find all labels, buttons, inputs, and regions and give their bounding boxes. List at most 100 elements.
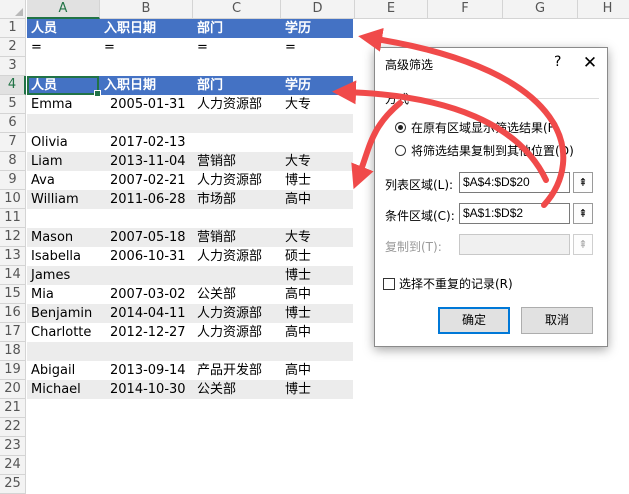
criteria-range-input[interactable]: $A$1:$D$2	[459, 203, 570, 224]
table-cell[interactable]	[281, 209, 285, 228]
list-range-collapse-icon[interactable]: ⇞	[573, 172, 593, 193]
unique-records-checkbox[interactable]: 选择不重复的记录(R)	[383, 275, 513, 292]
table-cell[interactable]: Emma	[27, 95, 73, 114]
cancel-button[interactable]: 取消	[521, 307, 593, 334]
table-cell[interactable]: 2007-03-02	[106, 285, 186, 304]
table-cell[interactable]: Ava	[27, 171, 55, 190]
table-cell[interactable]: 2006-10-31	[106, 247, 186, 266]
table-cell[interactable]: Abigail	[27, 361, 75, 380]
column-header-d[interactable]: D	[281, 0, 355, 19]
criteria-header-cell[interactable]: 学历	[281, 19, 311, 38]
table-cell[interactable]: 大专	[281, 228, 311, 247]
list-range-input[interactable]: $A$4:$D$20	[459, 172, 570, 193]
table-cell[interactable]: 2013-11-04	[106, 152, 186, 171]
table-cell[interactable]: 大专	[281, 95, 311, 114]
help-icon[interactable]: ?	[554, 54, 561, 70]
table-cell[interactable]: 公关部	[193, 285, 236, 304]
table-cell[interactable]	[193, 266, 197, 285]
table-cell[interactable]: Isabella	[27, 247, 81, 266]
table-cell[interactable]: Liam	[27, 152, 62, 171]
select-all-corner[interactable]	[0, 0, 26, 19]
table-cell[interactable]: Benjamin	[27, 304, 92, 323]
table-cell[interactable]: 2005-01-31	[106, 95, 186, 114]
table-cell[interactable]: 2013-09-14	[106, 361, 186, 380]
table-cell[interactable]: William	[27, 190, 79, 209]
table-cell[interactable]: 2007-02-21	[106, 171, 186, 190]
table-cell[interactable]: 高中	[281, 323, 311, 342]
radio-checked-icon[interactable]	[395, 121, 406, 133]
row-header-12[interactable]: 12	[0, 228, 26, 247]
table-cell[interactable]: Mason	[27, 228, 73, 247]
table-header-cell[interactable]: 学历	[281, 76, 311, 95]
row-header-23[interactable]: 23	[0, 437, 26, 456]
table-cell[interactable]: 2014-10-30	[106, 380, 186, 399]
table-cell[interactable]	[27, 209, 31, 228]
table-cell[interactable]: 高中	[281, 285, 311, 304]
table-cell[interactable]: 市场部	[193, 190, 236, 209]
criteria-value-cell[interactable]: =	[100, 38, 115, 57]
row-header-25[interactable]: 25	[0, 475, 26, 494]
table-cell[interactable]: 2007-05-18	[106, 228, 186, 247]
row-header-16[interactable]: 16	[0, 304, 26, 323]
table-cell[interactable]: 2014-04-11	[106, 304, 186, 323]
radio-filter-in-place[interactable]: 在原有区域显示筛选结果(F)	[395, 119, 559, 135]
close-icon[interactable]: ✕	[576, 50, 604, 76]
row-header-11[interactable]: 11	[0, 209, 26, 228]
table-cell[interactable]	[27, 114, 31, 133]
table-cell[interactable]: 人力资源部	[193, 323, 262, 342]
column-header-g[interactable]: G	[503, 0, 578, 19]
column-header-f[interactable]: F	[428, 0, 503, 19]
table-cell[interactable]: 人力资源部	[193, 171, 262, 190]
column-header-e[interactable]: E	[355, 0, 428, 19]
row-header-24[interactable]: 24	[0, 456, 26, 475]
row-header-20[interactable]: 20	[0, 380, 26, 399]
table-cell[interactable]: 营销部	[193, 152, 236, 171]
column-header-a[interactable]: A	[27, 0, 100, 19]
column-header-c[interactable]: C	[193, 0, 281, 19]
row-header-9[interactable]: 9	[0, 171, 26, 190]
table-cell[interactable]: 高中	[281, 361, 311, 380]
table-cell[interactable]: Charlotte	[27, 323, 91, 342]
row-header-3[interactable]: 3	[0, 57, 26, 76]
row-header-6[interactable]: 6	[0, 114, 26, 133]
table-cell[interactable]: Michael	[27, 380, 81, 399]
table-cell[interactable]: James	[27, 266, 70, 285]
table-cell[interactable]	[27, 342, 31, 361]
table-cell[interactable]: 高中	[281, 190, 311, 209]
table-cell[interactable]: Mia	[27, 285, 54, 304]
table-cell[interactable]: 2012-12-27	[106, 323, 186, 342]
criteria-range-collapse-icon[interactable]: ⇞	[573, 203, 593, 224]
criteria-value-cell[interactable]: =	[193, 38, 208, 57]
table-cell[interactable]	[281, 342, 285, 361]
row-header-19[interactable]: 19	[0, 361, 26, 380]
table-cell[interactable]	[193, 342, 197, 361]
table-cell[interactable]	[281, 133, 285, 152]
table-cell[interactable]: Olivia	[27, 133, 68, 152]
row-header-17[interactable]: 17	[0, 323, 26, 342]
table-cell[interactable]: 博士	[281, 266, 311, 285]
table-cell[interactable]: 2017-02-13	[106, 133, 186, 152]
row-header-10[interactable]: 10	[0, 190, 26, 209]
row-header-1[interactable]: 1	[0, 19, 26, 38]
criteria-header-cell[interactable]: 人员	[27, 19, 57, 38]
row-header-2[interactable]: 2	[0, 38, 26, 57]
criteria-header-cell[interactable]: 入职日期	[100, 19, 156, 38]
table-cell[interactable]: 大专	[281, 152, 311, 171]
row-header-22[interactable]: 22	[0, 418, 26, 437]
table-cell[interactable]: 人力资源部	[193, 95, 262, 114]
radio-copy-to-location[interactable]: 将筛选结果复制到其他位置(O)	[395, 142, 574, 158]
table-cell[interactable]: 博士	[281, 304, 311, 323]
row-header-14[interactable]: 14	[0, 266, 26, 285]
table-cell[interactable]	[106, 114, 110, 133]
criteria-value-cell[interactable]: =	[27, 38, 42, 57]
table-cell[interactable]: 人力资源部	[193, 247, 262, 266]
row-header-8[interactable]: 8	[0, 152, 26, 171]
table-cell[interactable]: 公关部	[193, 380, 236, 399]
table-cell[interactable]: 硕士	[281, 247, 311, 266]
row-header-4[interactable]: 4	[0, 76, 26, 95]
criteria-header-cell[interactable]: 部门	[193, 19, 223, 38]
table-cell[interactable]: 2011-06-28	[106, 190, 186, 209]
table-cell[interactable]: 营销部	[193, 228, 236, 247]
row-header-7[interactable]: 7	[0, 133, 26, 152]
column-header-b[interactable]: B	[100, 0, 193, 19]
